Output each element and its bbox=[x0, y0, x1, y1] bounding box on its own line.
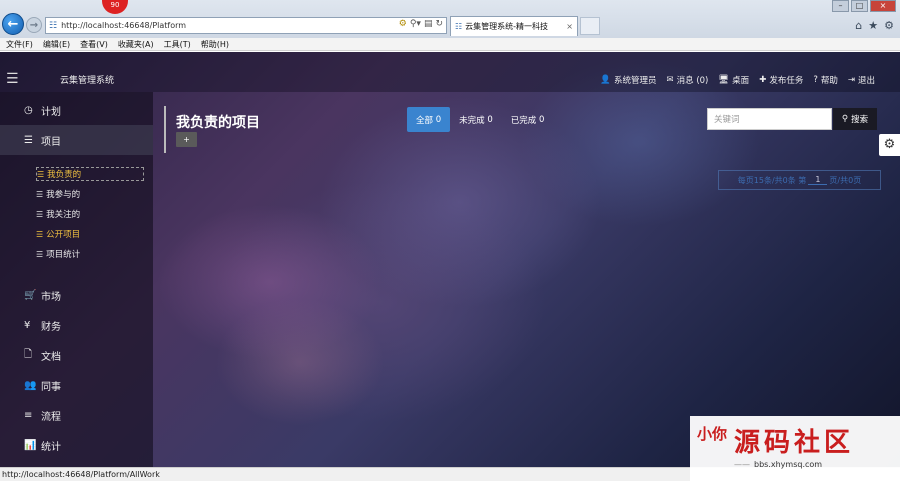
sidebar-item-finance[interactable]: ¥ 财务 bbox=[0, 310, 153, 340]
users-icon: 👥 bbox=[24, 379, 37, 391]
sub-item-participating[interactable]: ☰ 我参与的 bbox=[36, 187, 80, 201]
list-icon: ☰ bbox=[36, 209, 44, 219]
top-nav-help[interactable]: ? 帮助 bbox=[813, 74, 838, 86]
home-icon[interactable]: ⌂ bbox=[855, 19, 862, 32]
top-nav-user[interactable]: 👤 系统管理员 bbox=[600, 74, 656, 86]
sidebar-item-colleagues[interactable]: 👥 同事 bbox=[0, 370, 153, 400]
menu-tools[interactable]: 工具(T) bbox=[164, 39, 191, 50]
list-icon: ☰ bbox=[36, 249, 44, 259]
clock-icon: ◷ bbox=[24, 104, 33, 116]
envelope-icon: ✉ bbox=[666, 75, 674, 85]
top-nav: 👤 系统管理员 ✉ 消息 (0) 🖥 桌面 ✚ 发布任务 ? 帮助 ⇥ 退出 bbox=[600, 74, 875, 86]
sidebar-item-documents[interactable]: 🗋 文档 bbox=[0, 340, 153, 370]
browser-menubar: 文件(F) 编辑(E) 查看(V) 收藏夹(A) 工具(T) 帮助(H) bbox=[0, 38, 900, 51]
pager-page-input[interactable]: 1 bbox=[808, 175, 828, 185]
address-url: http://localhost:46648/Platform bbox=[61, 21, 187, 30]
sidebar: ◷ 计划 ☰ 项目 ☰ 我负责的 ☰ 我参与的 ☰ 我关注的 ☰ 公开项目 ☰ 项目统计 🛒 市… bbox=[0, 92, 153, 467]
notification-badge: 90 bbox=[102, 0, 128, 14]
pager-suffix: 页/共0页 bbox=[829, 175, 862, 185]
plus-icon: ✚ bbox=[759, 75, 767, 85]
title-divider bbox=[164, 106, 166, 153]
pager: 每页15条/共0条 第 1 页/共0页 bbox=[718, 170, 881, 190]
sidebar-item-market[interactable]: 🛒 市场 bbox=[0, 280, 153, 310]
search-button[interactable]: ⚲ 搜索 bbox=[833, 108, 877, 130]
search-input[interactable]: 关键词 bbox=[707, 108, 832, 130]
menu-edit[interactable]: 编辑(E) bbox=[43, 39, 70, 50]
watermark: 小你 源码社区 —— bbs.xhymsq.com bbox=[690, 416, 900, 481]
address-bar[interactable]: ☷ http://localhost:46648/Platform ⚙ ⚲▾ ▤… bbox=[45, 17, 447, 34]
top-nav-desktop[interactable]: 🖥 桌面 bbox=[718, 74, 749, 86]
sidebar-item-project[interactable]: ☰ 项目 bbox=[0, 125, 153, 155]
favorites-star-icon[interactable]: ★ bbox=[868, 19, 878, 32]
filter-tabs: 全部 0 未完成 0 已完成 0 bbox=[407, 107, 553, 132]
app-title: 云集管理系统 bbox=[60, 76, 115, 86]
logout-icon: ⇥ bbox=[847, 75, 855, 85]
page-icon: ☷ bbox=[49, 20, 58, 31]
close-window-button[interactable]: × bbox=[870, 0, 896, 12]
settings-gear-icon[interactable]: ⚙ bbox=[879, 134, 900, 156]
top-nav-publish-task[interactable]: ✚ 发布任务 bbox=[759, 74, 803, 86]
add-project-button[interactable]: + bbox=[176, 132, 197, 147]
sub-item-public-projects[interactable]: ☰ 公开项目 bbox=[36, 227, 80, 241]
new-tab-button[interactable] bbox=[580, 17, 600, 35]
sidebar-item-statistics[interactable]: 📊 统计 bbox=[0, 430, 153, 460]
filter-incomplete[interactable]: 未完成 0 bbox=[450, 107, 502, 132]
search-icon: ⚲ bbox=[841, 114, 849, 124]
watermark-seal: 小你 bbox=[696, 425, 727, 443]
top-nav-messages[interactable]: ✉ 消息 (0) bbox=[667, 74, 709, 86]
sidebar-item-workflow[interactable]: ≡ 流程 bbox=[0, 400, 153, 430]
browser-tab[interactable]: ☷ 云集管理系统-精一科技 × bbox=[450, 16, 578, 36]
refresh-icon[interactable]: ↻ bbox=[435, 19, 443, 29]
browser-window: 90 ← → ☷ http://localhost:46648/Platform… bbox=[0, 0, 900, 481]
filter-all[interactable]: 全部 0 bbox=[407, 107, 451, 132]
app-area: ☰ 云集管理系统 👤 系统管理员 ✉ 消息 (0) 🖥 桌面 ✚ 发布任务 ? 帮助 ⇥ 退… bbox=[0, 52, 900, 467]
top-nav-logout[interactable]: ⇥ 退出 bbox=[848, 74, 875, 86]
sub-item-project-stats[interactable]: ☰ 项目统计 bbox=[36, 247, 80, 261]
forward-button[interactable]: → bbox=[26, 17, 42, 33]
question-icon: ? bbox=[813, 75, 818, 85]
desktop-icon: 🖥 bbox=[718, 75, 730, 85]
list-icon: ☰ bbox=[36, 189, 44, 199]
compat-view-icon[interactable]: ▤ bbox=[424, 19, 433, 29]
tools-gear-icon[interactable]: ⚙ bbox=[884, 19, 894, 32]
yen-icon: ¥ bbox=[24, 319, 31, 331]
cart-icon: 🛒 bbox=[24, 289, 37, 301]
browser-chrome: 90 ← → ☷ http://localhost:46648/Platform… bbox=[0, 0, 900, 38]
watermark-dash: —— bbox=[734, 460, 750, 469]
compatibility-icon[interactable]: ⚙ bbox=[399, 19, 407, 29]
document-icon: 🗋 bbox=[24, 348, 33, 360]
search-dropdown-icon[interactable]: ⚲▾ bbox=[410, 19, 421, 29]
page-title: 我负责的项目 bbox=[176, 115, 260, 131]
filter-complete[interactable]: 已完成 0 bbox=[502, 107, 554, 132]
sub-item-my-responsible[interactable]: ☰ 我负责的 bbox=[36, 167, 144, 181]
menu-view[interactable]: 查看(V) bbox=[80, 39, 108, 50]
tab-title: 云集管理系统-精一科技 bbox=[465, 22, 549, 31]
sub-item-following[interactable]: ☰ 我关注的 bbox=[36, 207, 80, 221]
list-icon: ☰ bbox=[37, 169, 45, 179]
pager-prefix: 每页15条/共0条 第 bbox=[737, 175, 807, 185]
menu-file[interactable]: 文件(F) bbox=[6, 39, 33, 50]
maximize-button[interactable]: □ bbox=[851, 0, 868, 12]
tab-close-icon[interactable]: × bbox=[566, 22, 573, 31]
menu-help[interactable]: 帮助(H) bbox=[201, 39, 229, 50]
list-icon: ☰ bbox=[36, 229, 44, 239]
hamburger-menu-icon[interactable]: ☰ bbox=[6, 72, 19, 86]
menu-favorites[interactable]: 收藏夹(A) bbox=[118, 39, 154, 50]
watermark-title: 源码社区 bbox=[734, 428, 855, 458]
back-button[interactable]: ← bbox=[2, 13, 24, 35]
bar-chart-icon: 📊 bbox=[24, 439, 37, 451]
user-icon: 👤 bbox=[600, 75, 611, 85]
tab-favicon-icon: ☷ bbox=[455, 22, 463, 31]
watermark-site: bbs.xhymsq.com bbox=[754, 460, 823, 469]
app-topbar: ☰ 云集管理系统 👤 系统管理员 ✉ 消息 (0) 🖥 桌面 ✚ 发布任务 ? 帮助 ⇥ 退… bbox=[0, 52, 900, 92]
sidebar-item-plan[interactable]: ◷ 计划 bbox=[0, 95, 153, 125]
flow-icon: ≡ bbox=[24, 409, 33, 421]
minimize-button[interactable]: – bbox=[832, 0, 849, 12]
list-icon: ☰ bbox=[24, 134, 33, 146]
